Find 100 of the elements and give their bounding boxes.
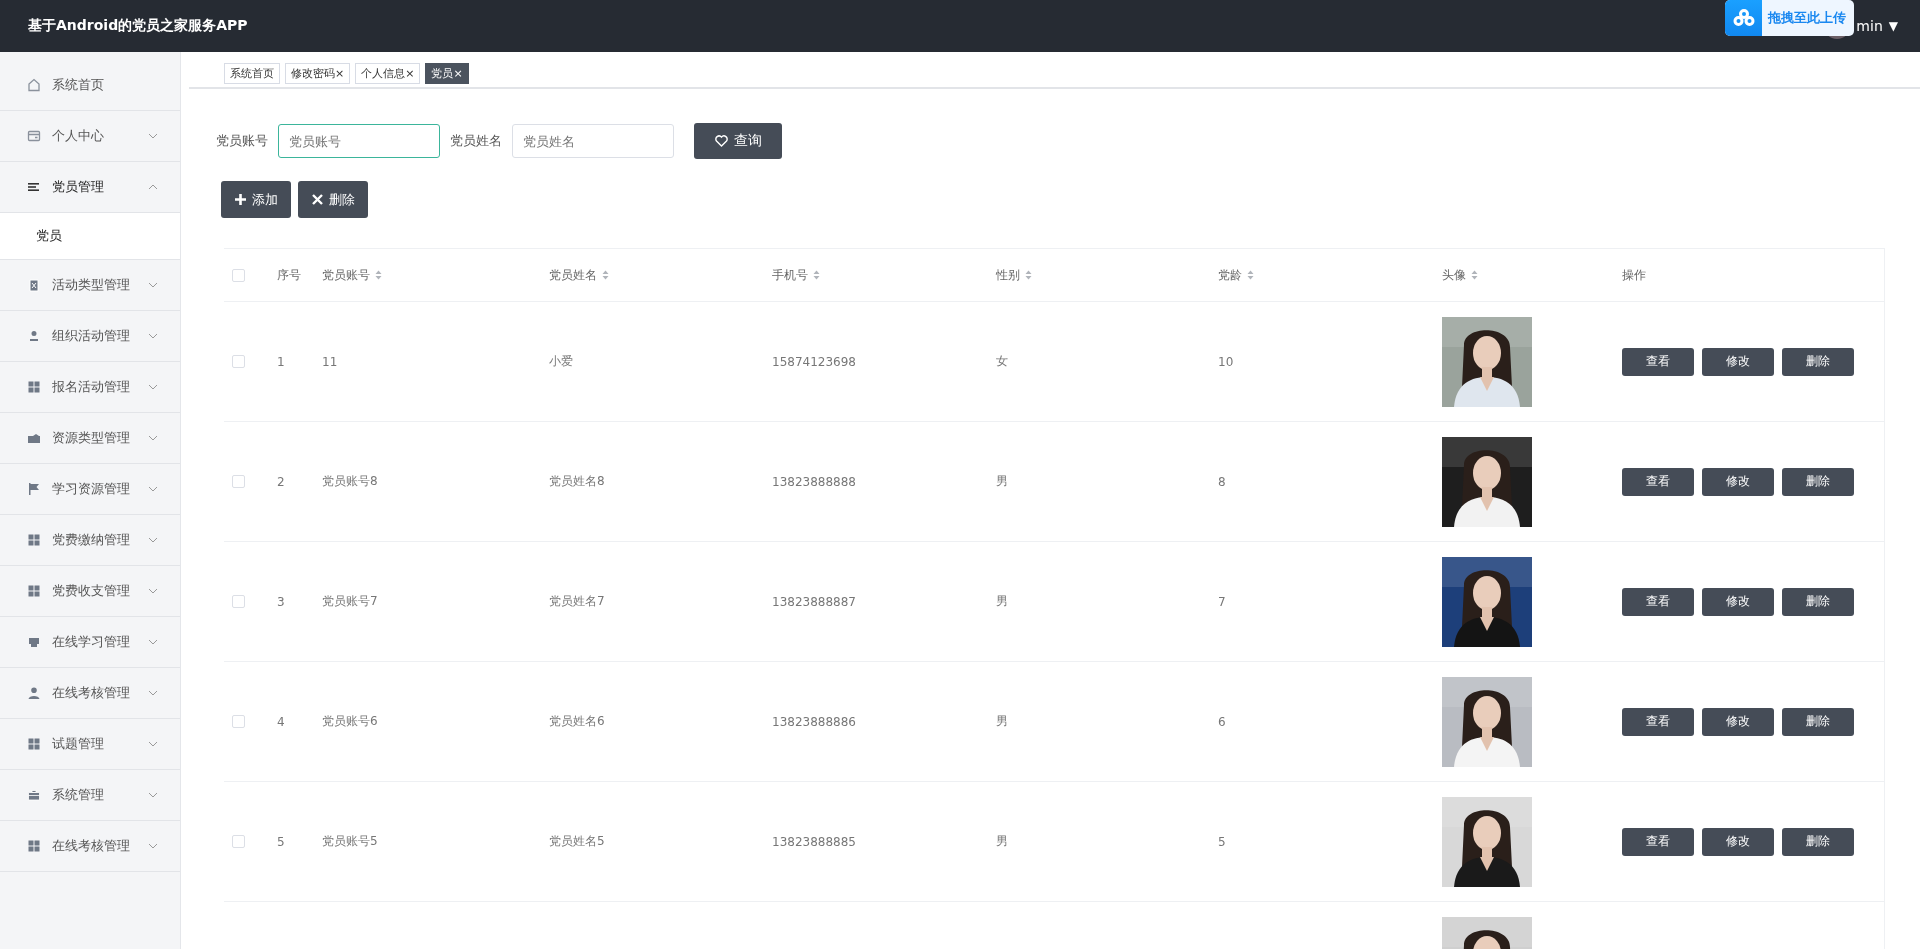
- chevron-icon: [148, 333, 158, 339]
- tab[interactable]: 修改密码×: [285, 63, 351, 84]
- table-cell: 13823888887: [772, 594, 856, 609]
- menu-item[interactable]: 系统首页: [0, 60, 180, 111]
- cloud-icon: [1725, 0, 1762, 36]
- row-action-button[interactable]: 查看: [1622, 707, 1694, 736]
- table-cell: 15874123698: [772, 354, 856, 369]
- table-cell: 4: [277, 714, 285, 729]
- table-cell: 男: [996, 473, 1008, 490]
- add-button[interactable]: 添加: [221, 181, 291, 218]
- table-cell: 党员姓名6: [549, 713, 605, 730]
- chevron-icon: [148, 843, 158, 849]
- chevron-icon: [148, 184, 158, 190]
- plus-icon: [234, 194, 246, 205]
- row-action-button[interactable]: 修改: [1702, 707, 1774, 736]
- chevron-icon: [148, 537, 158, 543]
- checkbox[interactable]: [232, 355, 245, 368]
- wallet-icon: [27, 431, 41, 445]
- row-action-button[interactable]: 查看: [1622, 587, 1694, 616]
- sort-icon[interactable]: [602, 270, 609, 280]
- column-header[interactable]: 党员账号: [322, 266, 382, 284]
- row-action-button[interactable]: 修改: [1702, 467, 1774, 496]
- input-field[interactable]: 党员账号: [278, 124, 440, 158]
- chevron-icon: [148, 690, 158, 696]
- column-header[interactable]: 性别: [996, 266, 1032, 284]
- flag-icon: [27, 482, 41, 496]
- row-action-button[interactable]: 修改: [1702, 347, 1774, 376]
- row-action-button[interactable]: 查看: [1622, 827, 1694, 856]
- tab[interactable]: 个人信息×: [355, 63, 421, 84]
- submenu-item[interactable]: 党员: [0, 213, 180, 260]
- checkbox[interactable]: [232, 715, 245, 728]
- table-cell: 男: [996, 593, 1008, 610]
- checkbox[interactable]: [232, 475, 245, 488]
- app-title: 基于Android的党员之家服务APP: [28, 17, 248, 35]
- table-cell: 2: [277, 474, 285, 489]
- table-cell: 10: [1218, 354, 1234, 369]
- column-header[interactable]: 头像: [1442, 266, 1478, 284]
- row-action-button[interactable]: 删除: [1782, 467, 1854, 496]
- checkbox[interactable]: [232, 268, 245, 282]
- table-cell: 小爱: [549, 353, 573, 370]
- chevron-icon: [148, 741, 158, 747]
- table-cell: 党员账号8: [322, 473, 378, 490]
- menu-item[interactable]: 资源类型管理: [0, 413, 180, 464]
- column-header[interactable]: 序号: [277, 266, 301, 284]
- row-action-button[interactable]: 查看: [1622, 467, 1694, 496]
- column-header[interactable]: 操作: [1622, 266, 1646, 284]
- chevron-icon: [148, 486, 158, 492]
- menu-item[interactable]: 在线学习管理: [0, 617, 180, 668]
- sort-icon[interactable]: [1247, 270, 1254, 280]
- sort-icon[interactable]: [375, 270, 382, 280]
- table-cell: 党员账号6: [322, 713, 378, 730]
- menu-item[interactable]: 学习资源管理: [0, 464, 180, 515]
- chevron-icon: [148, 435, 158, 441]
- caret-icon[interactable]: ▼: [1888, 19, 1898, 33]
- sort-icon[interactable]: [1471, 270, 1478, 280]
- column-header[interactable]: 手机号: [772, 266, 820, 284]
- table-cell: 13823888886: [772, 714, 856, 729]
- delete-button[interactable]: 删除: [298, 181, 368, 218]
- menu-item[interactable]: 在线考核管理: [0, 821, 180, 872]
- checkbox[interactable]: [232, 595, 245, 608]
- desk-icon: [27, 635, 41, 649]
- table-cell: 党员姓名5: [549, 833, 605, 850]
- table-cell: 11: [322, 354, 338, 369]
- row-action-button[interactable]: 修改: [1702, 827, 1774, 856]
- field-label: 党员姓名: [450, 132, 502, 150]
- sort-icon[interactable]: [1025, 270, 1032, 280]
- tab[interactable]: 系统首页: [224, 63, 280, 84]
- menu-item[interactable]: 个人中心: [0, 111, 180, 162]
- chevron-icon: [148, 588, 158, 594]
- table-cell: 3: [277, 594, 285, 609]
- table-cell: 13823888885: [772, 834, 856, 849]
- user-icon: [27, 686, 41, 700]
- row-action-button[interactable]: 查看: [1622, 347, 1694, 376]
- menu-item[interactable]: 活动类型管理: [0, 260, 180, 311]
- sort-icon[interactable]: [813, 270, 820, 280]
- case-icon: [27, 788, 41, 802]
- row-action-button[interactable]: 删除: [1782, 707, 1854, 736]
- user-name[interactable]: min: [1856, 18, 1883, 34]
- row-action-button[interactable]: 删除: [1782, 827, 1854, 856]
- menu-item[interactable]: 组织活动管理: [0, 311, 180, 362]
- close-icon: [311, 194, 323, 205]
- table-cell: 党员账号5: [322, 833, 378, 850]
- table-cell: 男: [996, 713, 1008, 730]
- checkbox[interactable]: [232, 835, 245, 848]
- row-action-button[interactable]: 删除: [1782, 587, 1854, 616]
- row-action-button[interactable]: 修改: [1702, 587, 1774, 616]
- menu-item[interactable]: 党费缴纳管理: [0, 515, 180, 566]
- menu-item[interactable]: 系统管理: [0, 770, 180, 821]
- query-button[interactable]: 查询: [694, 123, 782, 159]
- column-header[interactable]: 党员姓名: [549, 266, 609, 284]
- column-header[interactable]: 党龄: [1218, 266, 1254, 284]
- menu-item[interactable]: 党费收支管理: [0, 566, 180, 617]
- menu-item[interactable]: 在线考核管理: [0, 668, 180, 719]
- table-cell: 13823888888: [772, 474, 856, 489]
- menu-item[interactable]: 报名活动管理: [0, 362, 180, 413]
- menu-item[interactable]: 试题管理: [0, 719, 180, 770]
- grid-icon: [27, 839, 41, 853]
- card-icon: [27, 129, 41, 143]
- tab[interactable]: 党员×: [425, 63, 469, 84]
- row-action-button[interactable]: 删除: [1782, 347, 1854, 376]
